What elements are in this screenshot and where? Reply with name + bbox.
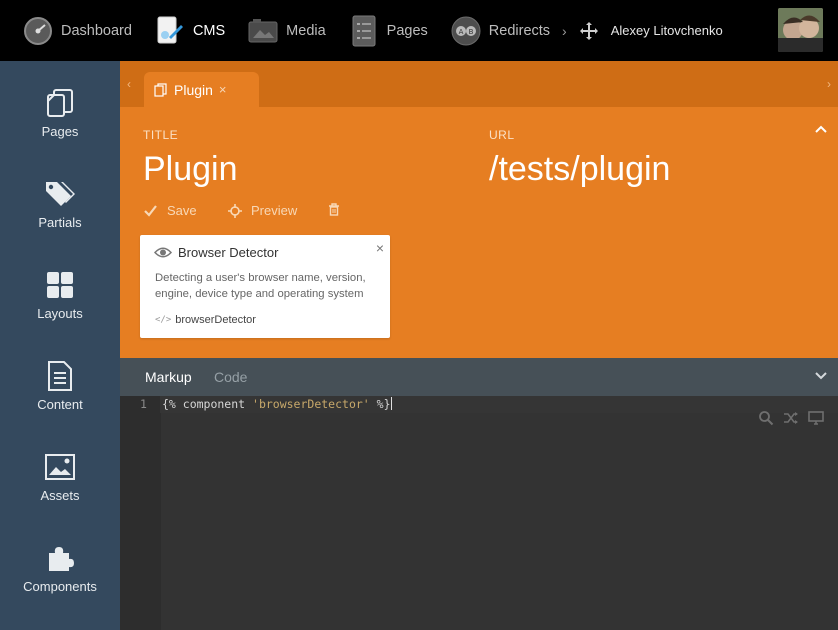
user-name[interactable]: Alexey Litovchenko (611, 23, 723, 38)
sidebar-item-label: Assets (40, 488, 80, 503)
component-name: Browser Detector (178, 245, 279, 260)
components-puzzle-icon (44, 542, 76, 574)
tab-code[interactable]: Code (214, 369, 247, 385)
svg-text:B: B (468, 28, 473, 36)
code-editor[interactable]: 1 {% component 'browserDetector' %} (120, 396, 838, 630)
preview-label: Preview (251, 203, 298, 218)
top-navigation-bar: Dashboard CMS Media Pages AB Redirects ›… (0, 0, 838, 61)
tags-icon (44, 178, 76, 210)
monitor-icon[interactable] (808, 410, 824, 426)
chevron-down-icon[interactable] (815, 369, 827, 383)
crosshair-icon (228, 203, 242, 218)
url-label: URL (489, 128, 515, 142)
page-icon (154, 82, 168, 97)
sidebar: Pages Partials Layouts Content Assets Co… (0, 61, 120, 630)
component-alias: </> browserDetector (155, 314, 256, 326)
title-field[interactable]: Plugin (143, 150, 238, 189)
nav-dashboard-label: Dashboard (61, 22, 132, 39)
sidebar-item-label: Content (37, 397, 83, 412)
editor-gutter (120, 396, 160, 630)
shuffle-icon[interactable] (783, 410, 799, 426)
template-header-panel: ‹ Plugin × › TITLE Plugin URL /tests/plu… (120, 61, 838, 358)
sidebar-item-label: Partials (38, 215, 82, 230)
tab-label: Plugin (174, 81, 213, 98)
tab-close-icon[interactable]: × (219, 82, 227, 97)
sidebar-item-label: Pages (41, 124, 79, 139)
collapse-up-icon[interactable] (815, 122, 827, 136)
tab-markup[interactable]: Markup (145, 369, 192, 385)
sidebar-item-label: Layouts (37, 306, 83, 321)
move-icon[interactable] (579, 21, 599, 41)
pages-icon (44, 87, 76, 119)
nav-cms-label: CMS (192, 22, 226, 39)
layouts-grid-icon (44, 269, 76, 301)
code-icon: </> (155, 315, 172, 325)
component-close-icon[interactable]: × (376, 240, 384, 256)
nav-more-chevron-icon[interactable]: › (562, 23, 567, 39)
trash-icon (328, 203, 342, 217)
assets-image-icon (44, 451, 76, 483)
code-suffix: %} (369, 397, 391, 411)
eye-icon (153, 246, 173, 260)
sidebar-item-label: Components (23, 579, 97, 594)
sidebar-item-layouts[interactable]: Layouts (0, 243, 120, 334)
dashboard-gauge-icon (22, 15, 54, 47)
nav-media[interactable]: Media (225, 0, 326, 61)
sidebar-item-pages[interactable]: Pages (0, 61, 120, 152)
preview-button[interactable]: Preview (228, 203, 297, 218)
sidebar-item-assets[interactable]: Assets (0, 425, 120, 516)
editor-tabbar: Markup Code (120, 358, 838, 396)
search-icon[interactable] (758, 410, 774, 426)
line-number: 1 (140, 397, 147, 411)
document-tabbar: ‹ Plugin × › (120, 61, 838, 107)
tab-scroll-left-icon[interactable]: ‹ (127, 77, 131, 91)
editor-tools (758, 410, 824, 426)
redirects-ab-icon: AB (450, 15, 482, 47)
nav-pages[interactable]: Pages (326, 0, 428, 61)
editor-body[interactable] (161, 413, 838, 630)
nav-cms[interactable]: CMS (132, 0, 225, 61)
nav-redirects-label: Redirects (488, 22, 551, 39)
media-icon (247, 15, 279, 47)
nav-pages-label: Pages (386, 22, 428, 39)
svg-text:A: A (458, 28, 463, 36)
url-field[interactable]: /tests/plugin (489, 150, 670, 189)
tab-scroll-right-icon[interactable]: › (827, 77, 831, 91)
content-document-icon (44, 360, 76, 392)
component-alias-text: browserDetector (175, 314, 256, 326)
tab-plugin[interactable]: Plugin × (144, 72, 259, 107)
title-label: TITLE (143, 128, 179, 142)
pages-checklist-icon (348, 15, 380, 47)
save-button[interactable]: Save (144, 203, 197, 218)
save-label: Save (167, 203, 197, 218)
component-description: Detecting a user's browser name, version… (155, 272, 366, 300)
nav-dashboard[interactable]: Dashboard (0, 0, 132, 61)
code-line[interactable]: {% component 'browserDetector' %} (162, 396, 392, 413)
text-cursor (390, 397, 392, 410)
avatar[interactable] (778, 8, 823, 52)
nav-media-label: Media (286, 22, 326, 39)
code-string: 'browserDetector' (252, 397, 370, 411)
delete-button[interactable] (328, 203, 351, 217)
check-icon (144, 204, 158, 218)
sidebar-item-components[interactable]: Components (0, 516, 120, 607)
cms-icon (154, 15, 186, 47)
code-prefix: {% component (162, 397, 253, 411)
sidebar-item-content[interactable]: Content (0, 334, 120, 425)
component-card[interactable]: Browser Detector × Detecting a user's br… (140, 235, 390, 338)
sidebar-item-partials[interactable]: Partials (0, 152, 120, 243)
nav-redirects[interactable]: AB Redirects (428, 0, 550, 61)
